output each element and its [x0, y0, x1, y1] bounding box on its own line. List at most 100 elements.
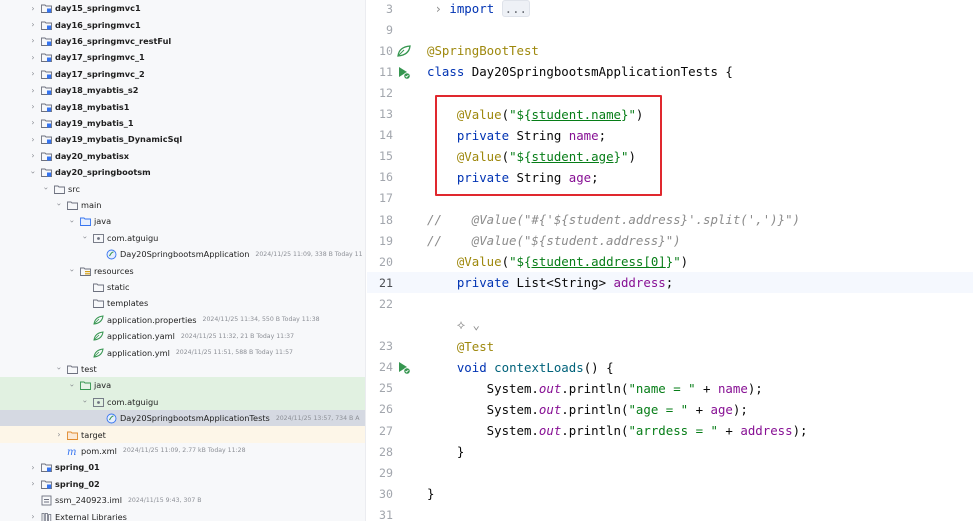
code-line[interactable]: 23 @Test: [367, 336, 973, 357]
tree-item[interactable]: › day17_springmvc_1: [0, 49, 365, 65]
tree-item[interactable]: › External Libraries: [0, 508, 365, 521]
code-token: @SpringBootTest: [427, 43, 539, 59]
code-line[interactable]: 18 // @Value("#{'${student.address}'.spli…: [367, 209, 973, 230]
line-number: 18: [379, 212, 393, 227]
chevron-down-icon[interactable]: ›: [68, 217, 77, 226]
chevron-right-icon[interactable]: ›: [29, 151, 38, 160]
excluded-folder-icon: [67, 430, 78, 440]
code-line[interactable]: 11 class Day20SpringbootsmApplicationTest…: [367, 61, 973, 82]
tree-item-label: java: [94, 380, 112, 391]
chevron-down-icon[interactable]: ›: [29, 168, 38, 177]
chevron-right-icon[interactable]: ›: [29, 53, 38, 62]
chevron-down-icon[interactable]: ›: [55, 200, 64, 209]
tree-item-label: Day20SpringbootsmApplicationTests: [120, 413, 270, 424]
code-line[interactable]: 10 @SpringBootTest: [367, 40, 973, 61]
code-token: System.: [427, 401, 539, 417]
chevron-right-icon[interactable]: ›: [29, 135, 38, 144]
code-line[interactable]: 20 @Value("${student.address[0]}"): [367, 251, 973, 272]
tree-item[interactable]: › main: [0, 197, 365, 213]
code-token: List<String>: [516, 275, 614, 291]
tree-item[interactable]: › spring_02: [0, 476, 365, 492]
tree-item[interactable]: › test: [0, 361, 365, 377]
tree-item[interactable]: › java: [0, 377, 365, 394]
code-token: }": [665, 254, 681, 270]
tree-item[interactable]: › day16_springmvc_restFul: [0, 33, 365, 49]
run-test-icon[interactable]: [393, 359, 414, 375]
chevron-down-icon[interactable]: ›: [42, 184, 51, 193]
tree-item[interactable]: › spring_01: [0, 459, 365, 475]
tree-item[interactable]: › day15_springmvc1: [0, 0, 365, 16]
highlight-annotation-box: [435, 95, 662, 196]
tree-item[interactable]: ›application.yaml2024/11/25 11:32, 21 B …: [0, 328, 365, 344]
chevron-down-icon[interactable]: ›: [68, 381, 77, 390]
tree-item[interactable]: › day18_mybatis1: [0, 98, 365, 114]
code-line[interactable]: 30}: [367, 483, 973, 504]
code-token: );: [792, 423, 808, 439]
line-number: 11: [379, 64, 393, 79]
chevron-right-icon[interactable]: ›: [29, 512, 38, 521]
tree-item[interactable]: ›static: [0, 279, 365, 295]
chevron-right-icon[interactable]: ›: [55, 430, 64, 439]
chevron-down-icon[interactable]: ›: [55, 364, 64, 373]
chevron-right-icon[interactable]: ›: [29, 118, 38, 127]
tree-item[interactable]: › day20_springbootsm: [0, 164, 365, 180]
tree-item[interactable]: ›application.properties2024/11/25 11:34,…: [0, 312, 365, 328]
code-line[interactable]: 19 // @Value("${student.address}"): [367, 230, 973, 251]
tree-item[interactable]: ›Day20SpringbootsmApplicationTests2024/1…: [0, 410, 365, 427]
code-line[interactable]: 9: [367, 19, 973, 40]
tree-item[interactable]: › com.atguigu: [0, 230, 365, 246]
code-line[interactable]: 29: [367, 462, 973, 483]
chevron-right-icon[interactable]: ›: [29, 4, 38, 13]
tree-item-label: target: [81, 429, 106, 440]
code-line[interactable]: 27 System.out.println("arrdess = " + add…: [367, 420, 973, 441]
tree-item[interactable]: ›Day20SpringbootsmApplication2024/11/25 …: [0, 246, 365, 262]
chevron-right-icon[interactable]: ›: [29, 69, 38, 78]
code-line[interactable]: 24 void contextLoads() {: [367, 357, 973, 378]
code-line[interactable]: 22: [367, 293, 973, 314]
tree-item[interactable]: ›ssm_240923.iml2024/11/15 9:43, 307 B: [0, 492, 365, 508]
tree-item[interactable]: › java: [0, 213, 365, 229]
tree-item[interactable]: › day20_mybatisx: [0, 148, 365, 164]
spring-bean-icon[interactable]: [393, 43, 414, 59]
tree-item[interactable]: ›application.yml2024/11/25 11:51, 588 B …: [0, 344, 365, 360]
chevron-down-icon[interactable]: ›: [81, 397, 90, 406]
code-text: ⟡ ⌄: [427, 317, 480, 333]
tree-item[interactable]: › day17_springmvc_2: [0, 66, 365, 82]
tree-item[interactable]: › day18_myabtis_s2: [0, 82, 365, 98]
code-line[interactable]: 28 }: [367, 441, 973, 462]
code-line[interactable]: 25 System.out.println("name = " + name);: [367, 378, 973, 399]
tree-item-label: test: [81, 363, 97, 374]
tree-item[interactable]: › resources: [0, 262, 365, 278]
tree-item[interactable]: ›templates: [0, 295, 365, 311]
chevron-right-icon[interactable]: ›: [29, 102, 38, 111]
code-token: (: [501, 254, 510, 270]
chevron-right-icon[interactable]: ›: [29, 20, 38, 29]
code-line[interactable]: ⟡ ⌄: [367, 315, 973, 336]
tree-item[interactable]: › src: [0, 180, 365, 196]
code-line[interactable]: 26 System.out.println("age = " + age);: [367, 399, 973, 420]
code-token: contextLoads: [494, 359, 584, 375]
code-token: age: [710, 401, 733, 417]
code-line[interactable]: 3 › import ...: [367, 0, 973, 19]
tree-item[interactable]: › day16_springmvc1: [0, 16, 365, 32]
chevron-right-icon[interactable]: ›: [29, 86, 38, 95]
chevron-right-icon[interactable]: ›: [29, 463, 38, 472]
folder-icon: [54, 184, 65, 194]
tree-item[interactable]: › day19_mybatis_DynamicSql: [0, 131, 365, 147]
tree-item[interactable]: › target: [0, 426, 365, 443]
code-line[interactable]: 31: [367, 504, 973, 521]
chevron-down-icon[interactable]: ›: [68, 266, 77, 275]
code-editor[interactable]: 3 › import ... 9 10 @SpringBootTest 11 class …: [367, 0, 973, 521]
tree-item[interactable]: ›mpom.xml2024/11/25 11:09, 2.77 kB Today…: [0, 443, 365, 459]
line-number: 3: [386, 1, 393, 16]
module-folder-icon: [41, 118, 52, 128]
tree-item[interactable]: › day19_mybatis_1: [0, 115, 365, 131]
chevron-right-icon[interactable]: ›: [29, 479, 38, 488]
tree-item[interactable]: › com.atguigu: [0, 393, 365, 410]
run-test-icon[interactable]: [393, 64, 414, 80]
chevron-right-icon[interactable]: ›: [29, 36, 38, 45]
chevron-down-icon[interactable]: ›: [81, 233, 90, 242]
code-token[interactable]: ...: [501, 0, 530, 18]
tree-item-label: day18_myabtis_s2: [55, 85, 139, 96]
code-line[interactable]: 21 private List<String> address;: [367, 272, 973, 294]
